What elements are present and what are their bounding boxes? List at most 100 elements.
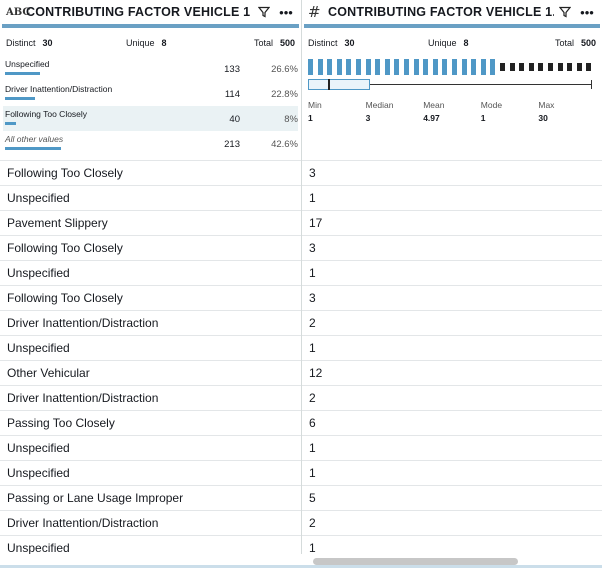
profile-percent: 26.6% (271, 64, 298, 75)
histogram-bar (423, 59, 429, 75)
more-options-icon[interactable]: ••• (275, 5, 297, 20)
histogram-bar (471, 59, 477, 75)
more-options-icon[interactable]: ••• (576, 5, 598, 20)
table-cell[interactable]: Unspecified (0, 335, 301, 360)
table-cell[interactable]: Other Vehicular (0, 360, 301, 385)
profile-bar (5, 97, 35, 100)
column-stats: Distinct 30 Unique 8 Total 500 (6, 38, 295, 48)
table-cell[interactable]: 5 (302, 485, 602, 510)
column-header[interactable]: ABC CONTRIBUTING FACTOR VEHICLE 1 ••• (0, 0, 301, 24)
total-count: 500 (279, 38, 295, 48)
profile-count: 40 (229, 114, 240, 125)
box-plot-box (308, 79, 370, 90)
table-cell[interactable]: 3 (302, 285, 602, 310)
table-cell[interactable]: 17 (302, 210, 602, 235)
profile-row-highlighted[interactable]: Following Too Closely 40 8% (3, 106, 298, 131)
table-cell[interactable]: 1 (302, 435, 602, 460)
table-cell[interactable]: Unspecified (0, 460, 301, 485)
filter-icon[interactable] (554, 6, 576, 18)
profile-label: Driver Inattention/Distraction (5, 84, 113, 94)
stat-median: Median 3 (365, 100, 394, 123)
histogram-bar (346, 59, 352, 75)
histogram-bar (461, 59, 467, 75)
horizontal-scrollbar-thumb[interactable] (313, 558, 518, 565)
histogram-bar (567, 63, 573, 71)
table-cell[interactable]: Passing Too Closely (0, 410, 301, 435)
table-cell[interactable]: Pavement Slippery (0, 210, 301, 235)
histogram-bar (365, 59, 371, 75)
histogram-bar (509, 63, 515, 71)
table-cell[interactable]: Following Too Closely (0, 285, 301, 310)
distinct-count: 30 (344, 38, 355, 48)
histogram-bar (528, 63, 534, 71)
table-cell[interactable]: Following Too Closely (0, 235, 301, 260)
histogram-bar (586, 63, 592, 71)
profile-row[interactable]: Unspecified 133 26.6% (3, 56, 298, 81)
table-cell[interactable]: 1 (302, 185, 602, 210)
table-cell[interactable]: 12 (302, 360, 602, 385)
profile-percent: 8% (284, 114, 298, 125)
table-cell[interactable]: 3 (302, 160, 602, 185)
profile-count: 114 (224, 89, 240, 100)
histogram-bar (548, 63, 553, 71)
profile-label: All other values (5, 134, 64, 144)
histogram-bar (442, 59, 448, 75)
table-cell[interactable]: Passing or Lane Usage Improper (0, 485, 301, 510)
profile-label: Unspecified (5, 59, 50, 69)
histogram-bar (375, 59, 381, 75)
table-cell[interactable]: 1 (302, 260, 602, 285)
stat-mode: Mode 1 (480, 100, 503, 123)
box-plot[interactable] (308, 78, 592, 92)
column-contributing-factor-vehicle-1-numeric: # CONTRIBUTING FACTOR VEHICLE 1... ••• D… (302, 0, 602, 568)
profile-bar (5, 122, 16, 125)
table-cell[interactable]: Driver Inattention/Distraction (0, 310, 301, 335)
histogram-bar (308, 59, 313, 75)
histogram-bar (557, 63, 563, 71)
histogram-bar (576, 63, 582, 71)
total-count: 500 (580, 38, 596, 48)
table-cell[interactable]: Unspecified (0, 435, 301, 460)
histogram-bar (452, 59, 457, 75)
column-values: 3 1 17 3 1 3 2 1 12 2 6 1 1 5 2 1 (302, 160, 602, 560)
histogram-bar (480, 59, 486, 75)
histogram-bar (384, 59, 390, 75)
profile-label: Following Too Closely (5, 109, 88, 119)
box-plot-median (328, 79, 330, 90)
histogram-bar (336, 59, 342, 75)
column-title: CONTRIBUTING FACTOR VEHICLE 1... (328, 5, 554, 19)
profile-count: 133 (224, 64, 240, 75)
hash-icon: # (308, 3, 321, 21)
histogram-bar (404, 59, 409, 75)
table-cell[interactable]: 2 (302, 510, 602, 535)
filter-icon[interactable] (253, 6, 275, 18)
table-cell[interactable]: Driver Inattention/Distraction (0, 510, 301, 535)
table-cell[interactable]: 1 (302, 460, 602, 485)
histogram-bar (394, 59, 400, 75)
value-histogram[interactable] (308, 56, 596, 76)
stat-min: Min 1 (308, 100, 322, 123)
unique-count: 8 (463, 38, 469, 48)
profile-row-other[interactable]: All other values 213 42.6% (3, 131, 298, 156)
table-cell[interactable]: Unspecified (0, 260, 301, 285)
table-cell[interactable]: 6 (302, 410, 602, 435)
summary-statistics: Min 1 Median 3 Mean 4.97 Mode 1 Max 30 (302, 92, 602, 132)
table-cell[interactable]: Following Too Closely (0, 160, 301, 185)
table-cell[interactable]: 2 (302, 310, 602, 335)
histogram-bar (538, 63, 544, 71)
table-cell[interactable]: Driver Inattention/Distraction (0, 385, 301, 410)
profile-percent: 42.6% (271, 139, 298, 150)
column-header[interactable]: # CONTRIBUTING FACTOR VEHICLE 1... ••• (302, 0, 602, 24)
histogram-bar (432, 59, 438, 75)
column-values: Following Too Closely Unspecified Paveme… (0, 160, 301, 560)
histogram-bar (413, 59, 419, 75)
unique-count: 8 (161, 38, 167, 48)
column-stats: Distinct 30 Unique 8 Total 500 (308, 38, 596, 48)
text-type-icon: ABC (6, 6, 31, 18)
table-cell[interactable]: 3 (302, 235, 602, 260)
table-cell[interactable]: 2 (302, 385, 602, 410)
table-cell[interactable]: Unspecified (0, 185, 301, 210)
distinct-count: 30 (42, 38, 53, 48)
table-cell[interactable]: 1 (302, 335, 602, 360)
profile-row[interactable]: Driver Inattention/Distraction 114 22.8% (3, 81, 298, 106)
histogram-bar (327, 59, 333, 75)
